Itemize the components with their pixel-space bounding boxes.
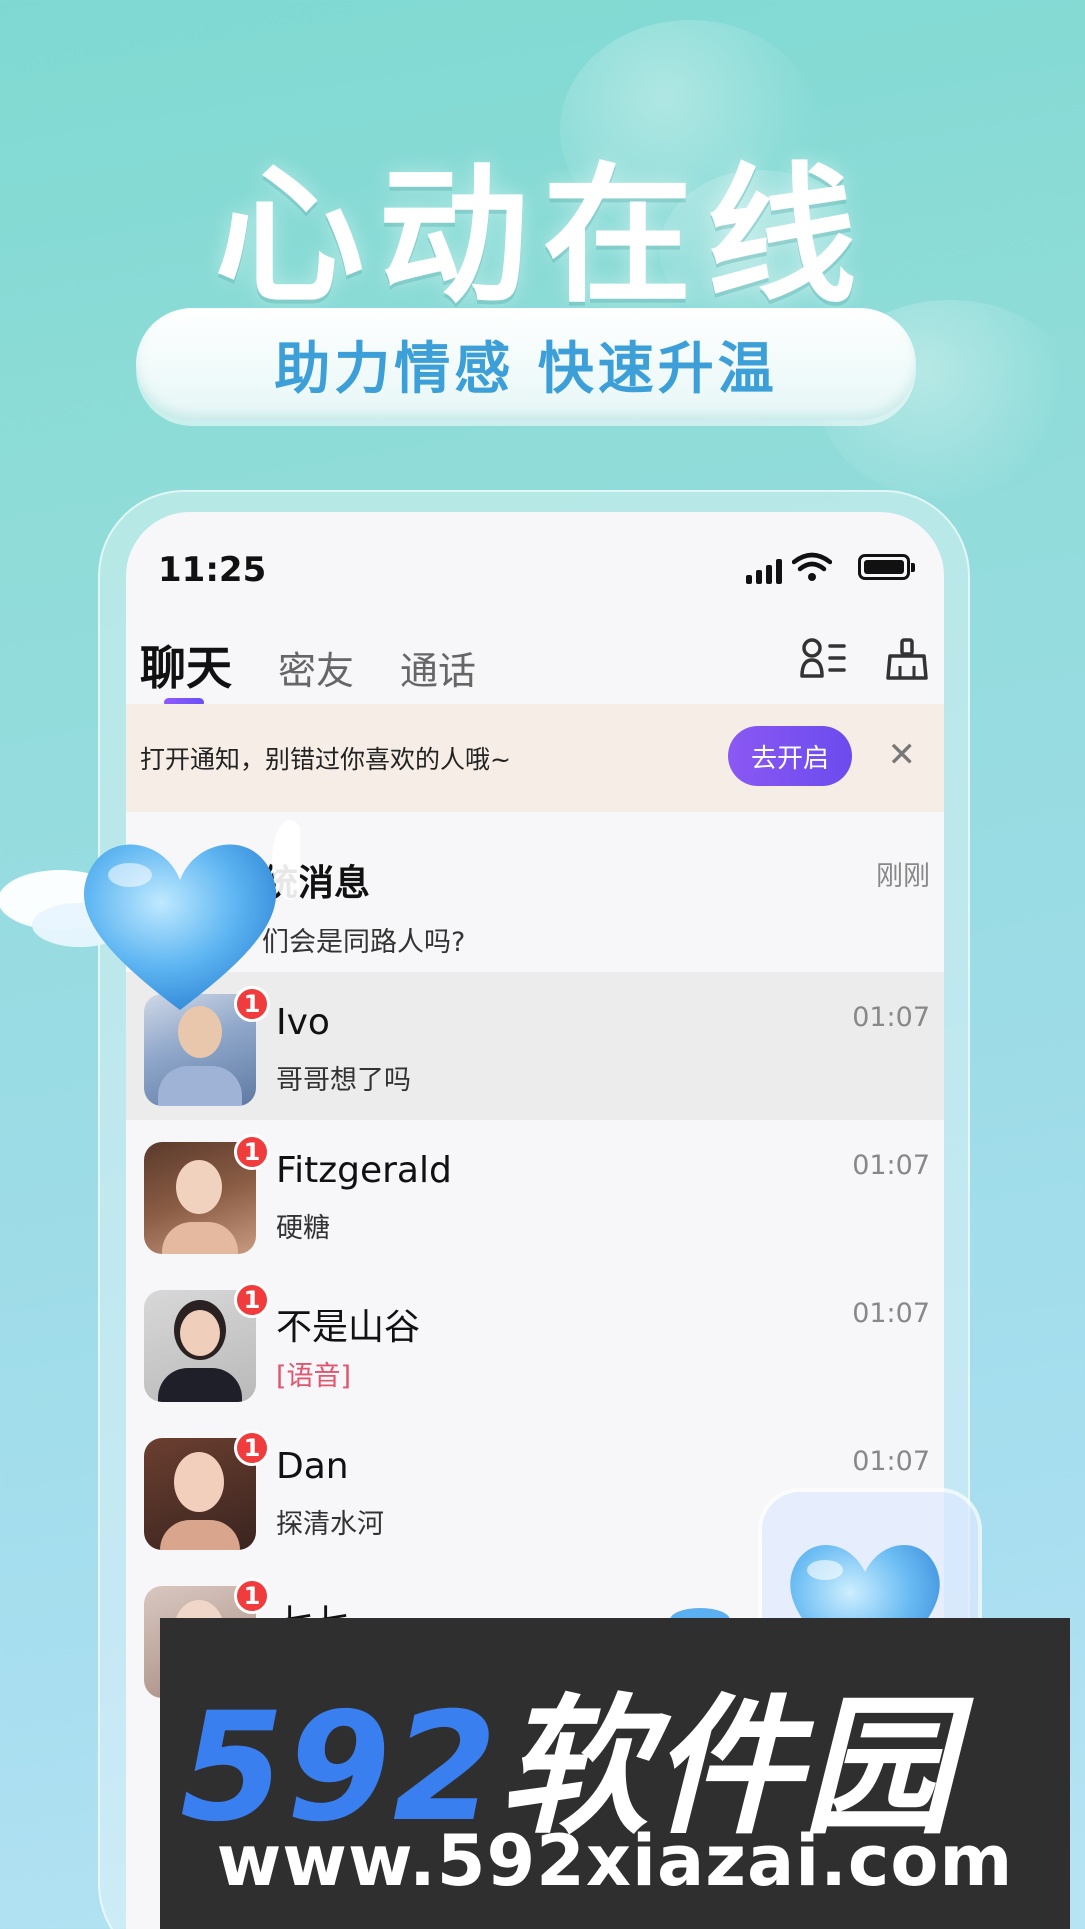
enable-notification-button[interactable]: 去开启 [728, 726, 852, 786]
chat-preview: 硬糖 [276, 1213, 330, 1244]
unread-badge: 1 [234, 1282, 270, 1318]
cellular-signal-icon [746, 558, 782, 584]
unread-badge: 1 [234, 1578, 270, 1614]
chat-tabs: 聊天 密友 通话 [140, 632, 522, 707]
tab-calls[interactable]: 通话 [400, 640, 476, 695]
chat-time: 01:07 [852, 1150, 930, 1181]
notification-banner: 打开通知，别错过你喜欢的人哦~ 去开启 ✕ [126, 704, 944, 812]
chat-name: Fitzgerald [276, 1150, 452, 1191]
chat-preview: 探清水河 [276, 1509, 384, 1540]
chat-time: 01:07 [852, 1298, 930, 1329]
watermark-url: www.592xiazai.com [216, 1820, 1014, 1902]
chat-preview-voice: [语音] [276, 1361, 352, 1392]
close-icon[interactable]: ✕ [888, 738, 917, 772]
list-item[interactable]: 1 Fitzgerald 硬糖 01:07 [126, 1120, 944, 1268]
unread-badge: 1 [234, 1134, 270, 1170]
unread-badge: 1 [234, 1430, 270, 1466]
wifi-icon [792, 552, 832, 581]
contacts-icon[interactable] [800, 636, 846, 682]
chat-name: Dan [276, 1446, 349, 1487]
list-item[interactable]: 1 不是山谷 [语音] 01:07 [126, 1268, 944, 1416]
battery-icon [858, 554, 915, 580]
notification-banner-text: 打开通知，别错过你喜欢的人哦~ [140, 745, 511, 774]
chat-time: 01:07 [852, 1002, 930, 1033]
system-message-time: 刚刚 [876, 861, 930, 892]
tab-chat[interactable]: 聊天 [140, 632, 232, 707]
promo-headline: 心动在线 [214, 150, 871, 324]
promo-slogan: 助力情感 快速升温 [136, 308, 916, 420]
winged-heart-decoration [0, 820, 300, 1010]
chat-time: 01:07 [852, 1446, 930, 1477]
chat-name: 不是山谷 [276, 1307, 421, 1348]
status-bar: 11:25 [126, 512, 944, 622]
status-time: 11:25 [158, 550, 267, 590]
broom-icon[interactable] [884, 636, 930, 682]
chat-preview: 哥哥想了吗 [276, 1065, 411, 1096]
tab-close-friends[interactable]: 密友 [278, 640, 354, 695]
watermark-banner: 592软件园 www.592xiazai.com [160, 1618, 1070, 1929]
